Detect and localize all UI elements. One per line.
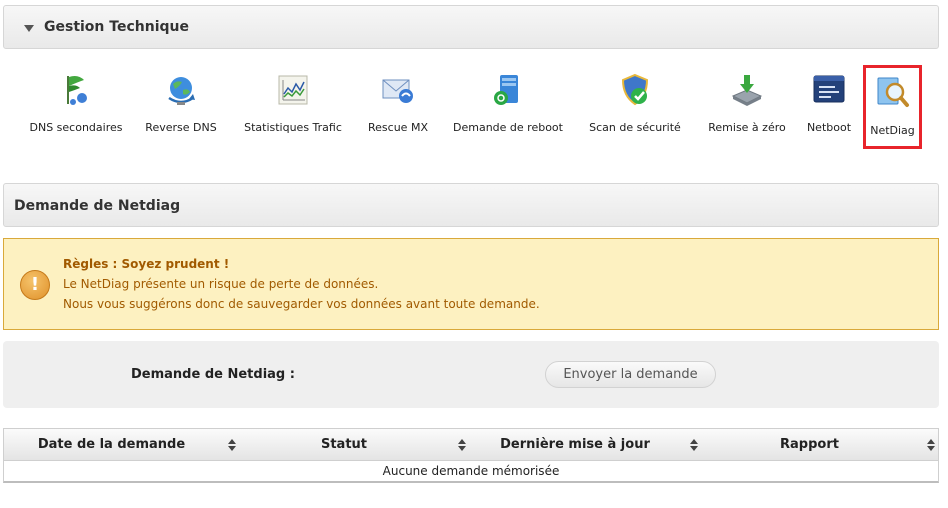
tool-rescue-mx[interactable]: Rescue MX: [362, 62, 434, 148]
tool-remise-zero[interactable]: Remise à zéro: [704, 62, 790, 148]
tool-statistiques-trafic[interactable]: Statistiques Trafic: [240, 62, 346, 148]
warning-icon: [20, 270, 50, 300]
tool-label: Rescue MX: [368, 121, 428, 134]
form-label: Demande de Netdiag :: [131, 367, 295, 382]
tool-netboot[interactable]: Netboot: [802, 62, 856, 148]
tool-label: Remise à zéro: [708, 121, 786, 134]
tool-netdiag[interactable]: NetDiag: [863, 65, 922, 149]
tool-label: NetDiag: [870, 124, 915, 137]
magnifier-icon: [877, 77, 909, 107]
column-header-rapport[interactable]: Rapport: [701, 429, 938, 460]
column-header-derniere-maj[interactable]: Dernière mise à jour: [469, 429, 701, 460]
tool-label: Statistiques Trafic: [244, 121, 342, 134]
tool-label: Demande de reboot: [453, 121, 563, 134]
shield-check-icon: [621, 73, 649, 106]
netdiag-request-form: Demande de Netdiag : Envoyer la demande: [3, 341, 939, 408]
warning-box: Règles : Soyez prudent ! Le NetDiag prés…: [3, 238, 939, 330]
netdiag-section-header: Demande de Netdiag: [3, 183, 939, 227]
warning-line-1: Le NetDiag présente un risque de perte d…: [63, 277, 379, 291]
sort-icon[interactable]: [227, 439, 237, 451]
column-header-statut[interactable]: Statut: [239, 429, 469, 460]
tool-demande-reboot[interactable]: Demande de reboot: [452, 62, 564, 148]
section-title: Gestion Technique: [44, 19, 189, 35]
tool-scan-securite[interactable]: Scan de sécurité: [586, 62, 684, 148]
warning-line-2: Nous vous suggérons donc de sauvegarder …: [63, 297, 540, 311]
requests-table: Date de la demande Statut Dernière mise …: [3, 428, 939, 483]
table-header: Date de la demande Statut Dernière mise …: [3, 428, 939, 461]
tool-dns-secondaires[interactable]: DNS secondaires: [28, 62, 124, 148]
send-request-button[interactable]: Envoyer la demande: [545, 361, 716, 388]
tool-label: Scan de sécurité: [589, 121, 681, 134]
mail-icon: [382, 79, 413, 103]
section-title: Demande de Netdiag: [14, 198, 181, 214]
tools-toolbar: DNS secondaires Reverse DNS Statistiques…: [0, 62, 948, 152]
flag-network-icon: [67, 76, 87, 105]
server-reboot-icon: [494, 75, 518, 105]
tool-label: DNS secondaires: [29, 121, 123, 134]
chart-icon: [278, 75, 308, 105]
tool-label: Netboot: [806, 121, 852, 134]
warning-title: Règles : Soyez prudent !: [63, 257, 230, 271]
empty-table-row: Aucune demande mémorisée: [3, 461, 939, 483]
tool-reverse-dns[interactable]: Reverse DNS: [140, 62, 222, 148]
gestion-technique-header[interactable]: Gestion Technique: [3, 5, 939, 49]
disk-download-icon: [731, 75, 763, 106]
tool-label: Reverse DNS: [145, 121, 217, 134]
collapse-caret-icon[interactable]: [24, 25, 34, 32]
sort-icon[interactable]: [926, 439, 936, 451]
globe-arrows-icon: [168, 77, 195, 105]
sort-icon[interactable]: [689, 439, 699, 451]
window-icon: [813, 75, 845, 103]
sort-icon[interactable]: [457, 439, 467, 451]
column-header-date[interactable]: Date de la demande: [4, 429, 239, 460]
